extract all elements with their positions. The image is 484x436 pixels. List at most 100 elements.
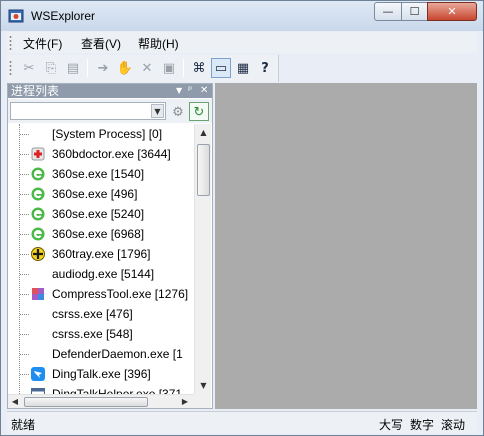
- title-bar[interactable]: WSExplorer — ☐ ✕: [1, 1, 483, 31]
- menu-view[interactable]: 查看(V): [81, 35, 121, 52]
- tree-connector: [20, 134, 29, 135]
- panel-close-icon[interactable]: ✕: [200, 84, 208, 98]
- scroll-left-icon[interactable]: ◀: [8, 395, 22, 409]
- process-row[interactable]: csrss.exe [548]: [8, 324, 194, 344]
- chevron-down-icon[interactable]: ▼: [151, 104, 164, 118]
- process-label: DingTalk.exe [396]: [52, 367, 151, 381]
- process-row[interactable]: [System Process] [0]: [8, 124, 194, 144]
- process-panel: 进程列表 ▼ ᵖ ✕ ▼ ⚙ ↻ [System Process] [0] 360…: [7, 83, 213, 409]
- process-row[interactable]: 360se.exe [6968]: [8, 224, 194, 244]
- num-lock-indicator: 数字: [410, 418, 435, 432]
- minimize-button[interactable]: —: [374, 2, 402, 21]
- copy-button[interactable]: ⎘: [41, 58, 61, 78]
- status-text: 就绪: [11, 418, 36, 432]
- vertical-scrollbar[interactable]: ▲ ▼: [194, 124, 211, 394]
- tree-connector: [20, 254, 29, 255]
- menu-help[interactable]: 帮助(H): [138, 35, 179, 52]
- properties-icon: ▦: [236, 60, 250, 76]
- filter-row: ▼ ⚙ ↻: [8, 99, 212, 123]
- scrollbar-corner: [194, 394, 211, 408]
- process-label: 360se.exe [5240]: [52, 207, 145, 221]
- process-row[interactable]: 360se.exe [1540]: [8, 164, 194, 184]
- scroll-lock-indicator: 滚动: [441, 418, 466, 432]
- network-button[interactable]: ⌘: [189, 58, 209, 78]
- refresh-icon: ↻: [193, 103, 205, 119]
- tree-connector: [20, 334, 29, 335]
- paste-button[interactable]: ▤: [63, 58, 83, 78]
- pin-icon[interactable]: ᵖ: [188, 84, 192, 98]
- menubar-grip[interactable]: [9, 35, 12, 50]
- process-row[interactable]: 360se.exe [5240]: [8, 204, 194, 224]
- process-label: audiodg.exe [5144]: [52, 267, 155, 281]
- process-row[interactable]: 360tray.exe [1796]: [8, 244, 194, 264]
- save-button[interactable]: ▣: [159, 58, 179, 78]
- tree-connector: [20, 214, 29, 215]
- process-row[interactable]: 360se.exe [496]: [8, 184, 194, 204]
- tree-connector: [20, 174, 29, 175]
- process-row[interactable]: DingTalk.exe [396]: [8, 364, 194, 384]
- tree-connector: [20, 294, 29, 295]
- scroll-right-icon[interactable]: ▶: [178, 395, 192, 409]
- process-row[interactable]: DingTalkHelper.exe [371: [8, 384, 194, 394]
- browser-360se-icon: [31, 227, 45, 241]
- tree-connector: [20, 354, 29, 355]
- network-icon: ⌘: [192, 60, 206, 76]
- delete-button[interactable]: ✕: [137, 58, 157, 78]
- menu-file[interactable]: 文件(F): [23, 35, 62, 52]
- delete-icon: ✕: [141, 60, 153, 76]
- process-label: CompressTool.exe [1276]: [52, 287, 189, 301]
- process-row[interactable]: DefenderDaemon.exe [1: [8, 344, 194, 364]
- process-row[interactable]: audiodg.exe [5144]: [8, 264, 194, 284]
- process-label: 360tray.exe [1796]: [52, 247, 151, 261]
- tree-connector: [20, 234, 29, 235]
- process-label: DingTalkHelper.exe [371: [52, 387, 183, 394]
- gear-icon: ⚙: [172, 103, 184, 119]
- browser-360se-icon: [31, 207, 45, 221]
- help-icon: ?: [261, 60, 269, 76]
- process-panel-header[interactable]: 进程列表 ▼ ᵖ ✕: [8, 84, 212, 98]
- process-label: 360se.exe [1540]: [52, 167, 145, 181]
- toolbar-grip[interactable]: [9, 60, 12, 77]
- toolbar-separator: [183, 59, 184, 77]
- horizontal-scroll-thumb[interactable]: [24, 397, 148, 407]
- window-icon: ▭: [214, 60, 228, 76]
- toolbar: ✂ ⎘ ▤ ➔ ✋ ✕ ▣ ⌘ ▭ ▦ ?: [7, 55, 279, 82]
- window-title: WSExplorer: [31, 9, 96, 23]
- refresh-button[interactable]: ↻: [189, 102, 209, 121]
- process-row[interactable]: 360bdoctor.exe [3644]: [8, 144, 194, 164]
- go-button[interactable]: ➔: [93, 58, 113, 78]
- scroll-down-icon[interactable]: ▼: [195, 377, 212, 394]
- paste-icon: ▤: [66, 60, 80, 76]
- process-label: 360bdoctor.exe [3644]: [52, 147, 171, 161]
- maximize-icon: ☐: [409, 5, 420, 18]
- panel-dropdown-icon[interactable]: ▼: [176, 84, 182, 98]
- tree-connector: [20, 274, 29, 275]
- process-label: DefenderDaemon.exe [1: [52, 347, 183, 361]
- vertical-scroll-thumb[interactable]: [197, 144, 210, 196]
- tree-connector: [20, 374, 29, 375]
- menu-bar: 文件(F) 查看(V) 帮助(H): [7, 32, 477, 53]
- maximize-button[interactable]: ☐: [401, 2, 428, 21]
- close-button[interactable]: ✕: [427, 2, 477, 21]
- process-panel-title: 进程列表: [11, 84, 60, 98]
- help-button[interactable]: ?: [255, 58, 275, 78]
- cut-button[interactable]: ✂: [19, 58, 39, 78]
- hand-button[interactable]: ✋: [115, 58, 135, 78]
- process-filter-combo[interactable]: ▼: [10, 102, 166, 120]
- doctor-icon: [31, 147, 45, 161]
- process-row[interactable]: csrss.exe [476]: [8, 304, 194, 324]
- tree-connector: [20, 314, 29, 315]
- horizontal-scrollbar[interactable]: ◀ ▶: [8, 394, 194, 408]
- process-row[interactable]: CompressTool.exe [1276]: [8, 284, 194, 304]
- window-button[interactable]: ▭: [211, 58, 231, 78]
- scroll-up-icon[interactable]: ▲: [195, 124, 212, 141]
- process-label: csrss.exe [548]: [52, 327, 133, 341]
- dingtalk-icon: [31, 367, 45, 381]
- process-list[interactable]: [System Process] [0] 360bdoctor.exe [3644…: [8, 124, 194, 394]
- app-icon: [8, 9, 24, 23]
- settings-button[interactable]: ⚙: [168, 102, 188, 121]
- tree-connector: [20, 154, 29, 155]
- properties-button[interactable]: ▦: [233, 58, 253, 78]
- arrow-right-icon: ➔: [97, 60, 109, 76]
- close-icon: ✕: [447, 5, 457, 18]
